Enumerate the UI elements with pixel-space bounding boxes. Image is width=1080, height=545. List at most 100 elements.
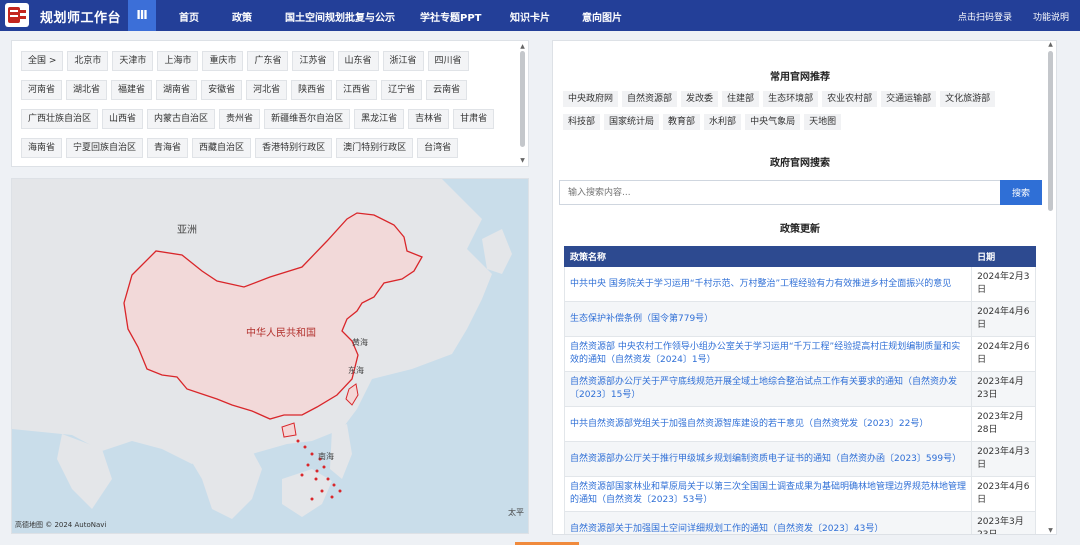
china-map[interactable]: 亚洲 中华人民共和国 黄海 东海 南海 太平 高德地图 © 2024 AutoN… [11,178,529,534]
province-chip[interactable]: 贵州省 [219,109,261,129]
province-chip[interactable]: 广东省 [247,51,289,71]
province-chip[interactable]: 广西壮族自治区 [21,109,99,129]
site-link[interactable]: 中央气象局 [745,114,801,130]
policy-date: 2023年4月3日 [971,441,1036,477]
province-chip[interactable]: 北京市 [67,51,109,71]
policy-date: 2024年2月3日 [971,266,1036,302]
province-scrollbar[interactable]: ▲ ▼ [519,43,526,164]
province-chip[interactable]: 吉林省 [408,109,450,129]
policy-table: 政策名称 日期 中共中央 国务院关于学习运用“千村示范、万村整治”工程经验有力有… [563,246,1036,534]
policy-row: 自然资源部 中央农村工作领导小组办公室关于学习运用“千万工程”经验提高村庄规划编… [563,336,1036,372]
policy-row: 中共中央 国务院关于学习运用“千村示范、万村整治”工程经验有力有效推进乡村全面振… [563,266,1036,302]
nav-ppt[interactable]: 学社专题PPT [420,9,481,24]
right-scrollbar[interactable]: ▲ ▼ [1047,41,1054,534]
province-chip[interactable]: 上海市 [157,51,199,71]
province-chip[interactable]: 江苏省 [292,51,334,71]
province-chip[interactable]: 四川省 [427,51,469,71]
province-chip[interactable]: 甘肃省 [453,109,495,129]
policy-date: 2024年4月6日 [971,301,1036,337]
search-input[interactable] [559,180,1000,205]
site-link[interactable]: 发改委 [681,91,719,107]
site-link[interactable]: 天地图 [804,114,842,130]
province-chip[interactable]: 福建省 [111,80,153,100]
province-chip[interactable]: 香港特别行政区 [255,138,333,158]
site-link[interactable]: 生态环境部 [763,91,819,107]
province-chip[interactable]: 湖南省 [156,80,198,100]
province-chip[interactable]: 云南省 [426,80,468,100]
policy-link[interactable]: 中共中央 国务院关于学习运用“千村示范、万村整治”工程经验有力有效推进乡村全面振… [563,266,973,302]
map-label-pacific: 太平 [508,508,524,517]
province-chip[interactable]: 湖北省 [66,80,108,100]
policy-link[interactable]: 自然资源部 中央农村工作领导小组办公室关于学习运用“千万工程”经验提高村庄规划编… [563,336,973,372]
site-link[interactable]: 住建部 [722,91,760,107]
policy-link[interactable]: 自然资源部办公厅关于推行甲级城乡规划编制资质电子证书的通知（自然资办函〔2023… [563,441,973,477]
province-chip[interactable]: 河南省 [21,80,63,100]
policy-date: 2024年2月6日 [971,336,1036,372]
nav-knowledge-cards[interactable]: 知识卡片 [510,9,550,24]
province-chip[interactable]: 海南省 [21,138,63,158]
policy-row: 生态保护补偿条例（国令第779号） 2024年4月6日 [563,301,1036,337]
policy-link[interactable]: 自然资源部国家林业和草原局关于以第三次全国国土调查成果为基础明确林地管理边界规范… [563,476,973,512]
search-button[interactable]: 搜索 [1000,180,1042,205]
site-link[interactable]: 国家统计局 [604,114,660,130]
province-chip[interactable]: 宁夏回族自治区 [66,138,144,158]
province-chip[interactable]: 青海省 [147,138,189,158]
login-link[interactable]: 点击扫码登录 [958,10,1012,23]
province-chip[interactable]: 山西省 [102,109,144,129]
search-title: 政府官网搜索 [770,158,830,169]
province-chip[interactable]: 澳门特别行政区 [336,138,414,158]
map-canvas[interactable] [12,179,529,534]
site-link[interactable]: 文化旅游部 [940,91,996,107]
policy-row: 自然资源部国家林业和草原局关于以第三次全国国土调查成果为基础明确林地管理边界规范… [563,476,1036,512]
help-link[interactable]: 功能说明 [1033,10,1069,23]
province-chip[interactable]: 浙江省 [382,51,424,71]
province-chip[interactable]: 河北省 [246,80,288,100]
province-list: 全国 > 北京市 天津市 上海市 重庆市 广东省 江苏省 山东省 浙江省 四川省河南省 湖北省 福建省… [21,51,509,167]
policy-row: 自然资源部办公厅关于推行甲级城乡规划编制资质电子证书的通知（自然资办函〔2023… [563,441,1036,477]
province-chip[interactable]: 天津市 [112,51,154,71]
site-link[interactable]: 水利部 [704,114,742,130]
nav-home[interactable]: 首页 [179,9,199,24]
site-link[interactable]: 农业农村部 [822,91,878,107]
province-chip[interactable]: 江西省 [336,80,378,100]
map-credit: 高德地图 © 2024 AutoNavi [15,521,107,529]
policy-date: 2023年3月23日 [971,511,1036,534]
right-panel: 常用官网推荐 中央政府网 自然资源部 发改委 住建部 生态环境部 农业农村部 交通运输部 文化… [552,40,1057,535]
policy-link[interactable]: 自然资源部办公厅关于严守底线规范开展全域土地综合整治试点工作有关要求的通知（自然… [563,371,973,407]
app-logo [5,3,29,27]
policy-title: 政策更新 [780,224,820,235]
top-navbar: 规划师工作台 Ⅲ 首页 政策 国土空间规划批复与公示 学社专题PPT 知识卡片 … [0,0,1080,31]
province-chip[interactable]: 重庆市 [202,51,244,71]
policy-row: 中共自然资源部党组关于加强自然资源智库建设的若干意见（自然资党发〔2023〕22… [563,406,1036,442]
province-chip[interactable]: 黑龙江省 [354,109,405,129]
policy-date: 2023年4月6日 [971,476,1036,512]
province-chip[interactable]: 台湾省 [417,138,459,158]
province-chip[interactable]: 山东省 [337,51,379,71]
site-link[interactable]: 中央政府网 [563,91,619,107]
policy-link[interactable]: 生态保护补偿条例（国令第779号） [563,301,973,337]
province-chip[interactable]: 辽宁省 [381,80,423,100]
policy-row: 自然资源部办公厅关于严守底线规范开展全域土地综合整治试点工作有关要求的通知（自然… [563,371,1036,407]
site-list: 中央政府网 自然资源部 发改委 住建部 生态环境部 农业农村部 交通运输部 文化旅游部科技部国… [563,91,1033,137]
province-chip[interactable]: 安徽省 [201,80,243,100]
nav-images[interactable]: 意向图片 [582,9,622,24]
province-chip[interactable]: 新疆维吾尔自治区 [264,109,351,129]
menu-toggle-icon[interactable]: Ⅲ [128,0,156,31]
province-chip[interactable]: 西藏自治区 [192,138,252,158]
province-chip[interactable]: 内蒙古自治区 [147,109,216,129]
map-label-huanghai: 黄海 [352,338,368,347]
site-link[interactable]: 自然资源部 [622,91,678,107]
policy-link[interactable]: 自然资源部关于加强国土空间详细规划工作的通知（自然资发〔2023〕43号） [563,511,973,534]
policy-link[interactable]: 中共自然资源部党组关于加强自然资源智库建设的若干意见（自然资党发〔2023〕22… [563,406,973,442]
map-label-nanhai: 南海 [318,452,334,461]
site-link[interactable]: 交通运输部 [881,91,937,107]
province-panel: 全国 > 北京市 天津市 上海市 重庆市 广东省 江苏省 山东省 浙江省 四川省河南省 湖北省 福建省… [11,40,529,167]
province-chip[interactable]: 陕西省 [291,80,333,100]
nav-planning-approval[interactable]: 国土空间规划批复与公示 [285,9,395,24]
province-chip[interactable]: 全国 > [21,51,64,71]
col-policy-date: 日期 [971,246,1036,267]
map-label-donghai: 东海 [348,366,364,375]
site-link[interactable]: 教育部 [663,114,701,130]
nav-policy[interactable]: 政策 [232,9,252,24]
site-link[interactable]: 科技部 [563,114,601,130]
